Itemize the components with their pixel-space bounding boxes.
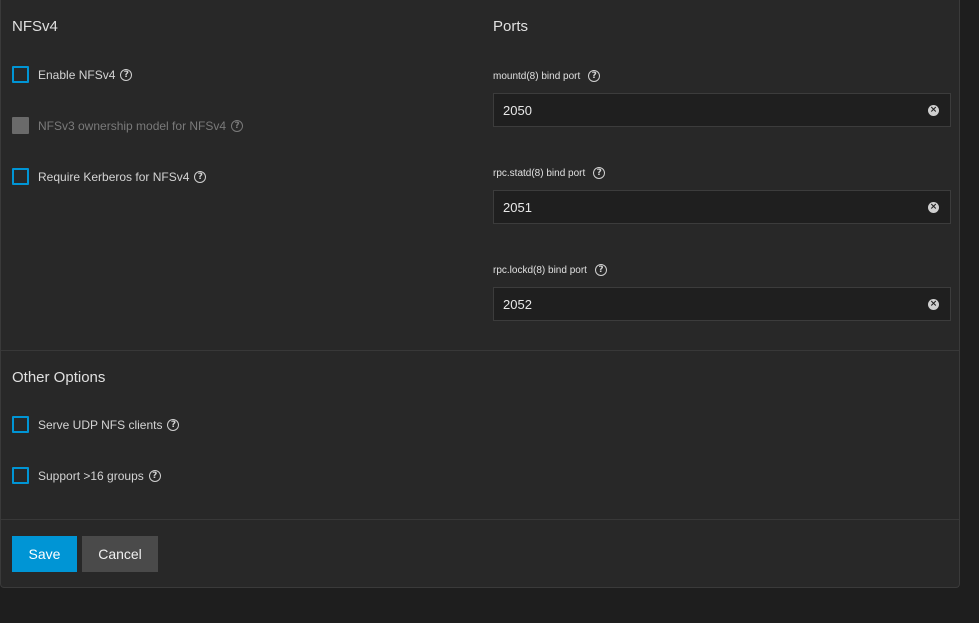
serve-udp-checkbox[interactable] xyxy=(12,416,29,433)
save-button[interactable]: Save xyxy=(12,536,77,572)
support-16-groups-checkbox[interactable] xyxy=(12,467,29,484)
require-kerberos-option[interactable]: Require Kerberos for NFSv4 ? xyxy=(12,168,207,185)
support-16-groups-label: Support >16 groups xyxy=(38,468,144,483)
mountd-port-label: mountd(8) bind port xyxy=(493,70,581,82)
cancel-button[interactable]: Cancel xyxy=(82,536,158,572)
nfsv3-ownership-label: NFSv3 ownership model for NFSv4 xyxy=(38,118,227,133)
mountd-port-label-row: mountd(8) bind port ? xyxy=(493,70,601,82)
support-16-groups-option[interactable]: Support >16 groups ? xyxy=(12,467,161,484)
help-icon[interactable]: ? xyxy=(167,418,180,431)
statd-port-field[interactable]: × xyxy=(493,190,951,224)
clear-icon[interactable]: × xyxy=(928,298,939,310)
help-icon[interactable]: ? xyxy=(594,264,607,276)
nfsv3-ownership-option: NFSv3 ownership model for NFSv4 ? xyxy=(12,117,244,134)
nfs-settings-panel: NFSv4 Enable NFSv4 ? NFSv3 ownership mod… xyxy=(0,0,960,588)
help-icon[interactable]: ? xyxy=(588,70,601,82)
require-kerberos-label: Require Kerberos for NFSv4 xyxy=(38,169,190,184)
other-options-title: Other Options xyxy=(12,369,106,386)
enable-nfsv4-option[interactable]: Enable NFSv4 ? xyxy=(12,66,133,83)
serve-udp-label: Serve UDP NFS clients xyxy=(38,417,163,432)
lockd-port-field[interactable]: × xyxy=(493,287,951,321)
serve-udp-option[interactable]: Serve UDP NFS clients ? xyxy=(12,416,180,433)
section-divider xyxy=(1,350,959,351)
lockd-port-label-row: rpc.lockd(8) bind port ? xyxy=(493,264,607,276)
help-icon[interactable]: ? xyxy=(194,170,207,183)
clear-icon[interactable]: × xyxy=(928,104,939,116)
help-icon[interactable]: ? xyxy=(148,469,161,482)
lockd-port-input[interactable] xyxy=(503,296,928,312)
help-icon[interactable]: ? xyxy=(120,68,133,81)
actions-divider xyxy=(1,519,959,520)
mountd-port-field[interactable]: × xyxy=(493,93,951,127)
lockd-port-label: rpc.lockd(8) bind port xyxy=(493,264,587,276)
statd-port-label-row: rpc.statd(8) bind port ? xyxy=(493,167,606,179)
enable-nfsv4-checkbox[interactable] xyxy=(12,66,29,83)
help-icon[interactable]: ? xyxy=(231,119,244,132)
nfsv3-ownership-checkbox xyxy=(12,117,29,134)
require-kerberos-checkbox[interactable] xyxy=(12,168,29,185)
mountd-port-input[interactable] xyxy=(503,102,928,118)
statd-port-input[interactable] xyxy=(503,199,928,215)
help-icon[interactable]: ? xyxy=(593,167,606,179)
nfsv4-section-title: NFSv4 xyxy=(12,18,58,35)
enable-nfsv4-label: Enable NFSv4 xyxy=(38,67,116,82)
statd-port-label: rpc.statd(8) bind port xyxy=(493,167,586,179)
clear-icon[interactable]: × xyxy=(928,201,939,213)
ports-section-title: Ports xyxy=(493,18,529,35)
